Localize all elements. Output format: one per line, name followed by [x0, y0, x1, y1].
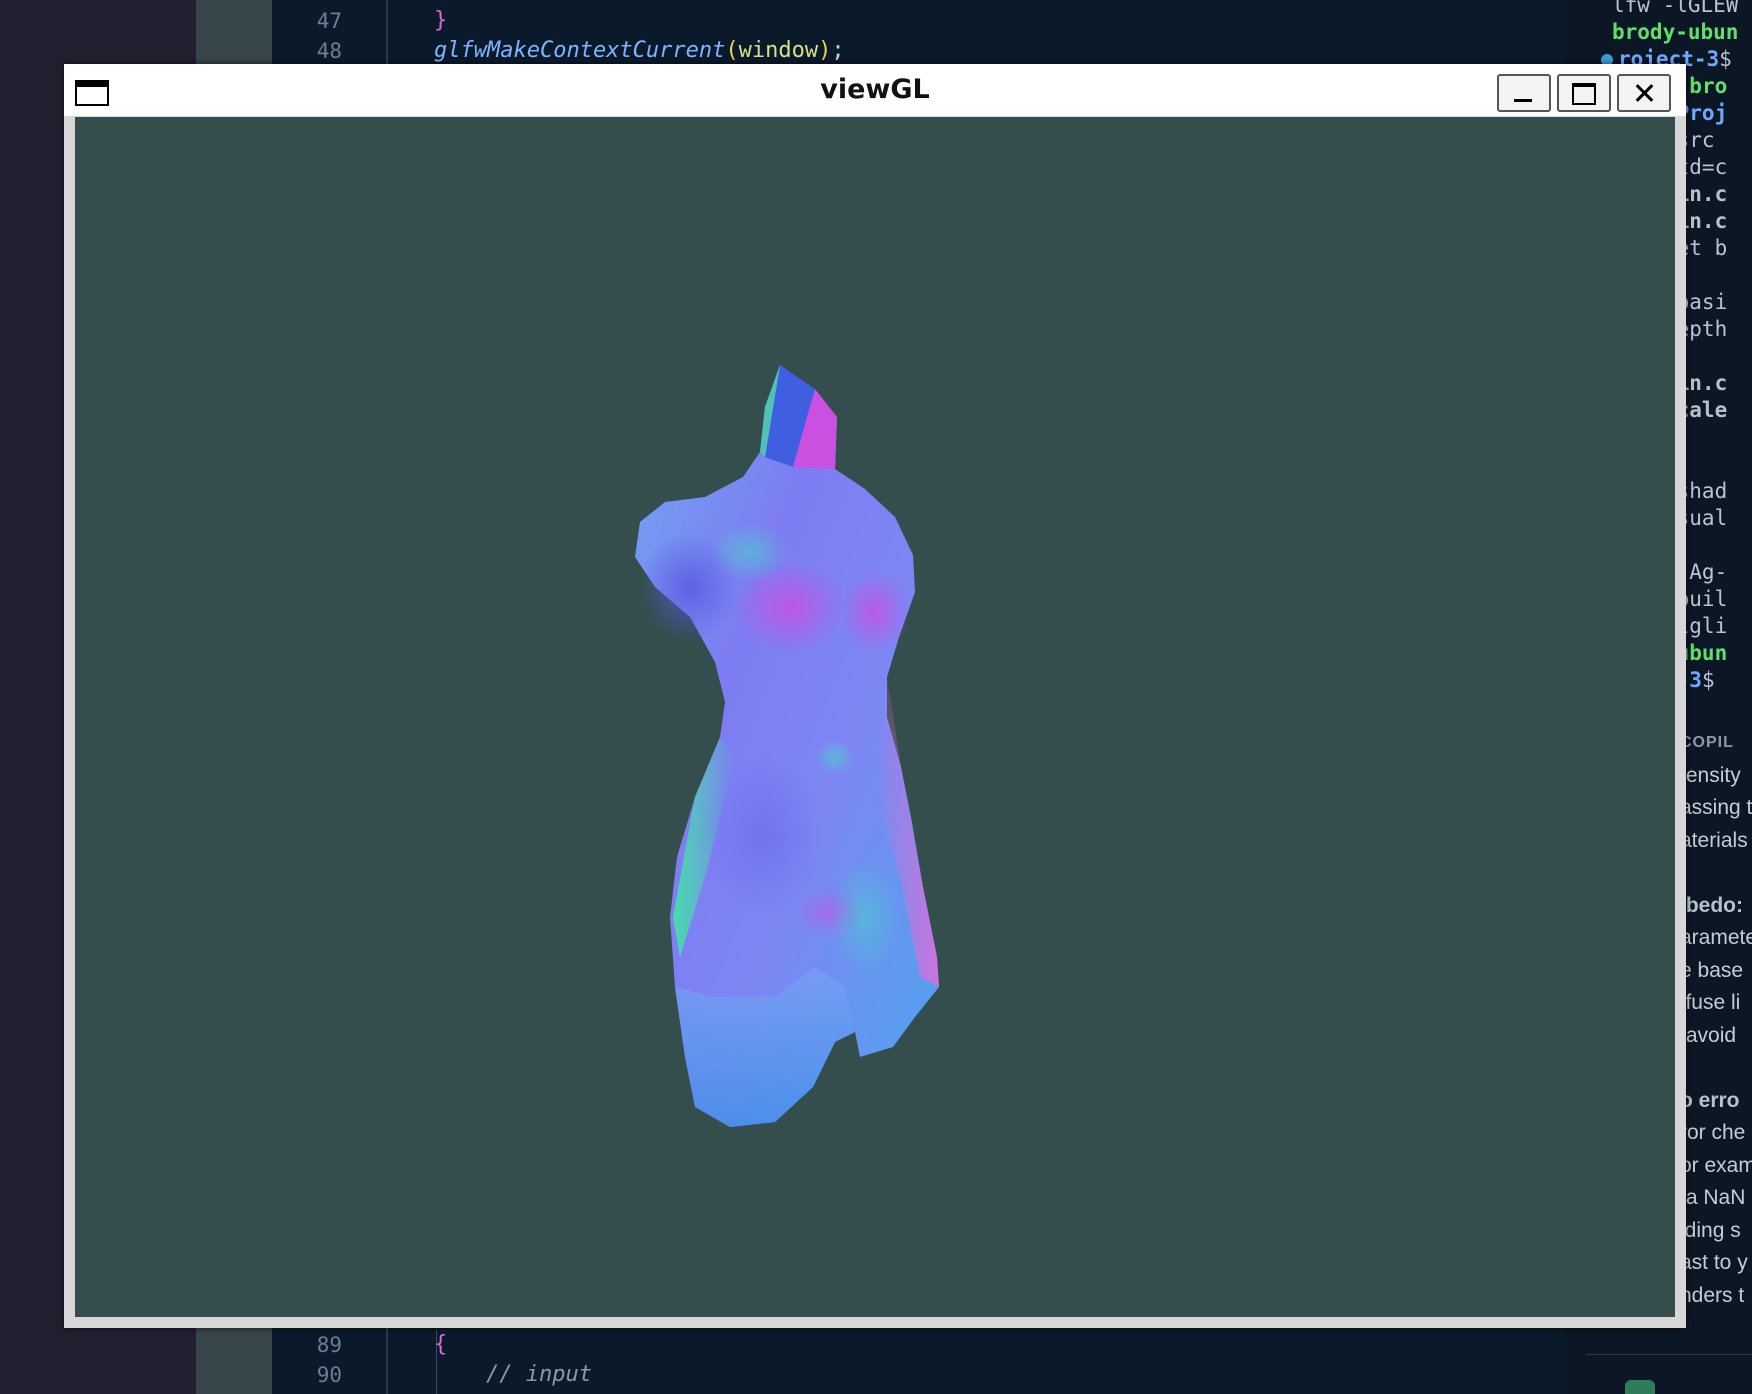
window-menu-icon[interactable]	[75, 80, 109, 106]
chat-line: ast to y	[1680, 1251, 1748, 1274]
line-number: 89	[316, 1333, 342, 1357]
code-line[interactable]: }	[434, 6, 447, 36]
code-token: )	[818, 38, 832, 63]
terminal-token: bro	[1689, 74, 1728, 98]
terminal-token: brody-ubun	[1612, 20, 1739, 44]
chat-line: ffuse li	[1680, 991, 1741, 1014]
chat-line: ror che	[1680, 1121, 1746, 1144]
close-button[interactable]	[1617, 74, 1671, 112]
chat-line: COPIL	[1680, 734, 1734, 751]
chat-line: aterials	[1680, 828, 1748, 852]
window-title: viewGL	[820, 74, 930, 105]
code-token: // input	[486, 1362, 592, 1387]
terminal-token: $	[1719, 47, 1732, 71]
code-token: ;	[831, 38, 845, 63]
gl-viewport[interactable]	[75, 117, 1675, 1317]
chat-line: or exam	[1680, 1153, 1752, 1177]
chat-line: nders t	[1680, 1283, 1745, 1307]
chat-line: a NaN	[1680, 1186, 1746, 1209]
code-token: glfwMakeContextCurrent	[434, 38, 726, 63]
torso-render	[635, 365, 939, 1127]
chat-line: aramete	[1680, 926, 1752, 949]
line-number: 48	[316, 39, 342, 63]
minimize-button[interactable]	[1497, 74, 1551, 112]
code-token: }	[434, 8, 448, 33]
chat-line: assing t	[1680, 796, 1752, 819]
line-number: 90	[316, 1363, 342, 1387]
chat-divider	[1586, 1354, 1752, 1355]
terminal-token: $	[1701, 668, 1715, 692]
code-line[interactable]: glfwMakeContextCurrent(window);	[434, 36, 845, 66]
copilot-avatar-icon	[1625, 1380, 1655, 1394]
line-number: 47	[316, 9, 342, 33]
code-token: {	[434, 1332, 448, 1357]
chat-line: o erro	[1680, 1088, 1740, 1112]
chat-line: lding s	[1680, 1218, 1741, 1242]
code-line[interactable]: {	[434, 1330, 447, 1360]
terminal-line: brody-ubun	[1612, 19, 1738, 46]
window-titlebar[interactable]: viewGL	[64, 64, 1686, 116]
code-token: (	[725, 38, 739, 63]
chat-line: e base	[1680, 958, 1744, 982]
maximize-button[interactable]	[1557, 74, 1611, 112]
chat-line: tensity	[1680, 763, 1741, 787]
terminal-token: lfw -lGLEW	[1612, 0, 1739, 17]
terminal-line: lfw -lGLEW	[1612, 0, 1738, 19]
chat-line: avoid	[1680, 1023, 1737, 1047]
code-line[interactable]: // input	[486, 1360, 592, 1390]
code-token: window	[738, 38, 819, 63]
chat-line: lbedo:	[1680, 893, 1743, 917]
viewgl-window[interactable]: viewGL	[64, 64, 1686, 1328]
